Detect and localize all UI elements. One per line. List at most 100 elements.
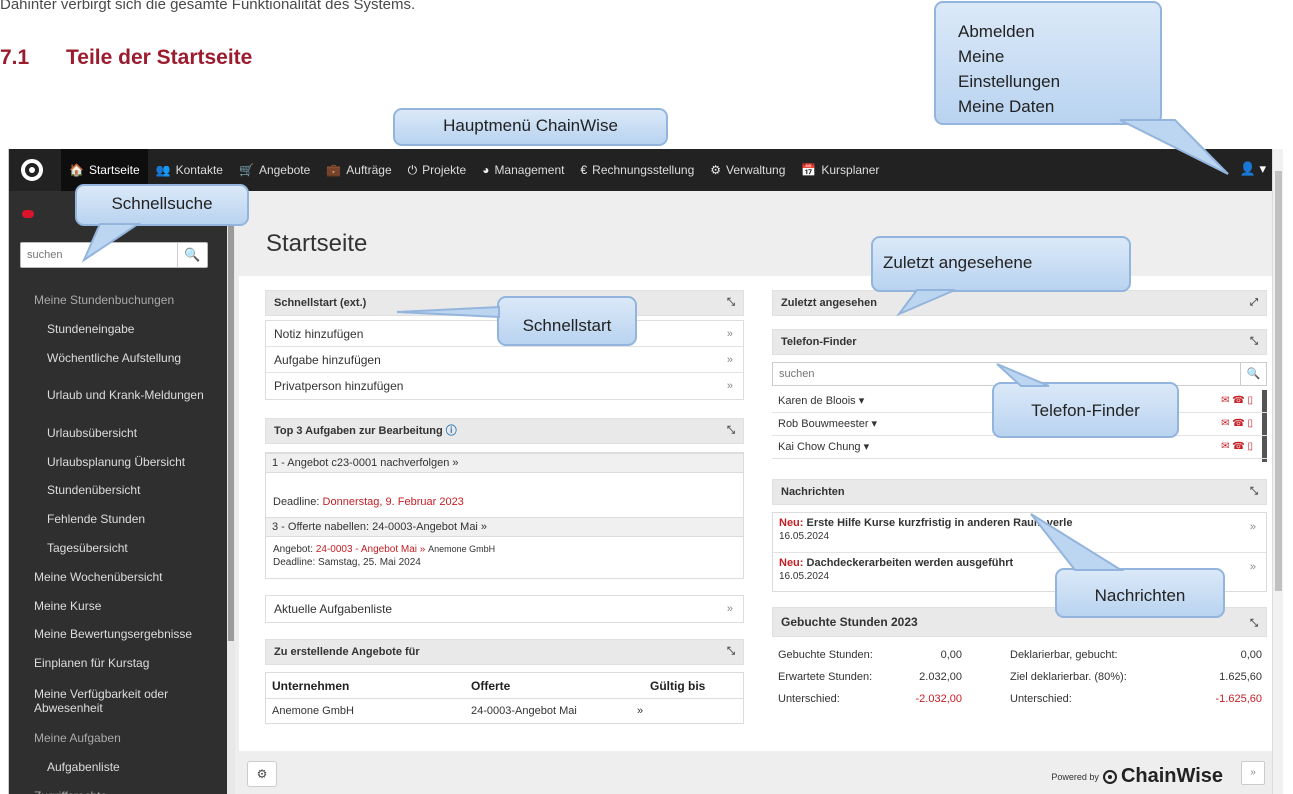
nav-item-kursplaner[interactable]: 📅 Kursplaner [793, 149, 887, 191]
chevron-right-icon: » [1249, 561, 1256, 573]
sidebar-item[interactable]: Zugriffsrechte [9, 781, 227, 794]
callout-phone-finder: Telefon-Finder [992, 382, 1179, 438]
nav-item-projekte[interactable]: ⏻ Projekte [400, 149, 475, 191]
callout-user-menu: Abmelden Meine Einstellungen Meine Daten [934, 1, 1162, 125]
contact-name: Rob Bouwmeester ▾ [778, 418, 878, 430]
sidebar-item[interactable]: Urlaubsübersicht [9, 418, 227, 447]
quickstart-item-label: Aufgabe hinzufügen [274, 353, 381, 367]
collapse-icon[interactable]: ⤡ [1250, 610, 1258, 638]
callout-main-menu: Hauptmenü ChainWise [393, 108, 668, 146]
contact-name: Karen de Bloois ▾ [778, 395, 865, 407]
hours-label: Unterschied: [778, 693, 840, 705]
news-header: Nachrichten ⤡ [772, 479, 1267, 505]
search-icon[interactable]: 🔍 [177, 243, 207, 267]
tasklist-link[interactable]: Aktuelle Aufgabenliste» [265, 595, 744, 623]
offer-chevron[interactable]: » [637, 705, 643, 717]
quickstart-item[interactable]: Privatperson hinzufügen » [266, 373, 743, 399]
contact-actions-icon[interactable]: ✉ ☎ ▯ [1221, 413, 1253, 435]
expand-icon[interactable]: ⤢ [1250, 291, 1258, 315]
contact-actions-icon[interactable]: ✉ ☎ ▯ [1221, 436, 1253, 458]
sidebar-item[interactable]: Meine Bewertungsergebnisse [9, 620, 227, 649]
euro-icon: € [580, 163, 588, 177]
contact-actions-icon[interactable]: ✉ ☎ ▯ [1221, 390, 1253, 412]
collapse-icon[interactable]: ⤡ [727, 640, 735, 664]
nav-item-label: Verwaltung [726, 163, 786, 177]
hours-value: 0,00 [1240, 649, 1262, 661]
task-1-header[interactable]: 1 - Angebot c23-0001 nachverfolgen » [265, 453, 744, 473]
sidebar-item[interactable]: Wöchentliche Aufstellung [9, 344, 227, 373]
sidebar-item[interactable]: Meine Stundenbuchungen [9, 286, 227, 315]
nav-item-rechnungsstellung[interactable]: € Rechnungsstellung [572, 149, 702, 191]
callout-tail [396, 305, 500, 319]
user-menu-icon[interactable]: 👤 ▾ [1240, 161, 1266, 177]
nav-item-label: Kursplaner [821, 163, 880, 177]
briefcase-icon: 💼 [326, 163, 342, 177]
sidebar-scrollbar[interactable] [227, 191, 235, 794]
info-icon[interactable]: ⓘ [446, 425, 457, 437]
news-title: Nachrichten [781, 486, 845, 498]
sidebar-item[interactable]: Meine Verfügbarkeit oder Abwesenheit [9, 678, 227, 724]
expand-button[interactable]: » [1241, 761, 1265, 785]
quickstart-item[interactable]: Aufgabe hinzufügen » [266, 347, 743, 373]
recent-title: Zuletzt angesehen [781, 297, 877, 309]
news-item[interactable]: Neu: Erste Hilfe Kurse kurzfristig in an… [773, 513, 1266, 553]
offer-link[interactable]: 24-0003-Angebot Mai [471, 705, 577, 717]
sidebar-item[interactable]: Fehlende Stunden [9, 505, 227, 534]
search-icon[interactable]: 🔍 [1240, 363, 1266, 385]
callout-line: Meine Daten [958, 97, 1055, 116]
sidebar-item[interactable]: Einplanen für Kurstag [9, 649, 227, 678]
callout-tail [81, 223, 142, 263]
task-3-header[interactable]: 3 - Offerte nabellen: 24-0003-Angebot Ma… [265, 517, 744, 537]
chevron-right-icon: » [1249, 521, 1256, 533]
hours-row: Unterschied: -2.032,00 Unterschied: -1.625,… [772, 688, 1267, 710]
sidebar-item[interactable]: Meine Kurse [9, 591, 227, 620]
sidebar-item[interactable]: Stundenübersicht [9, 476, 227, 505]
nav-item-label: Management [494, 163, 565, 177]
collapse-icon[interactable]: ⤡ [1250, 330, 1258, 354]
callout-news: Nachrichten [1055, 568, 1225, 618]
intro-text: Dahinter verbirgt sich die gesamte Funkt… [0, 0, 416, 13]
task-3-offer: Angebot: 24-0003 - Angebot Mai » Anemone… [273, 544, 496, 555]
power-icon: ⏻ [407, 163, 418, 177]
nav-item-aufträge[interactable]: 💼 Aufträge [318, 149, 399, 191]
nav-item-management[interactable]: ◕ Management [474, 149, 572, 191]
hours-label: Ziel deklarierbar. (80%): [1010, 671, 1127, 683]
phone-finder-header: Telefon-Finder ⤡ [772, 329, 1267, 355]
collapse-icon[interactable]: ⤡ [727, 419, 735, 443]
top3-title: Top 3 Aufgaben zur Bearbeitung [274, 425, 443, 437]
sidebar-item[interactable]: Urlaub und Krank-Meldungen [9, 372, 227, 418]
callout-quick-search: Schnellsuche [75, 184, 249, 226]
nav-item-verwaltung[interactable]: ⚙ Verwaltung [702, 149, 793, 191]
callout-line: Einstellungen [958, 72, 1061, 91]
sidebar-item[interactable]: Aufgabenliste [9, 752, 227, 781]
hours-value: 2.032,00 [919, 671, 962, 683]
callout-line: Meine [958, 47, 1005, 66]
task-1-deadline-date: Donnerstag, 9. Februar 2023 [322, 496, 464, 508]
settings-gear-button[interactable]: ⚙ [247, 761, 277, 787]
hours-row: Gebuchte Stunden: 0,00 Deklarierbar, gebuc… [772, 644, 1267, 666]
task-3-offer-link[interactable]: 24-0003 - Angebot Mai » [316, 544, 426, 555]
news-date: 16.05.2024 [779, 531, 830, 542]
chainwise-logo-icon[interactable] [21, 159, 43, 181]
hours-value: -2.032,00 [915, 693, 962, 705]
page-scrollbar[interactable] [1272, 149, 1283, 794]
collapse-icon[interactable]: ⤡ [1250, 480, 1258, 504]
sidebar-item[interactable]: Tagesübersicht [9, 534, 227, 563]
section-title: Teile der Startseite [66, 46, 253, 69]
hours-row: Erwartete Stunden: 2.032,00 Ziel deklarier… [772, 666, 1267, 688]
task-3-deadline: Deadline: Samstag, 25. Mai 2024 [273, 557, 421, 568]
hours-value: 1.625,60 [1219, 671, 1262, 683]
quickstart-item-label: Notiz hinzufügen [274, 327, 364, 341]
col-header: Gültig bis [650, 679, 706, 693]
toggle-icon[interactable] [22, 210, 34, 218]
sidebar: 🔍 Meine StundenbuchungenStundeneingabeWö… [9, 191, 235, 794]
sidebar-item[interactable]: Meine Wochenübersicht [9, 562, 227, 591]
sidebar-item[interactable]: Stundeneingabe [9, 315, 227, 344]
offers-table: Unternehmen Offerte Gültig bis Anemone G… [265, 672, 744, 724]
sidebar-item[interactable]: Meine Aufgaben [9, 724, 227, 753]
collapse-icon[interactable]: ⤡ [727, 291, 735, 315]
cogs-icon: ⚙ [710, 163, 722, 177]
calendar-icon: 📅 [801, 163, 817, 177]
sidebar-item[interactable]: Urlaubsplanung Übersicht [9, 447, 227, 476]
phone-contact-row[interactable]: Kai Chow Chung ▾ ✉ ☎ ▯ [772, 436, 1267, 459]
